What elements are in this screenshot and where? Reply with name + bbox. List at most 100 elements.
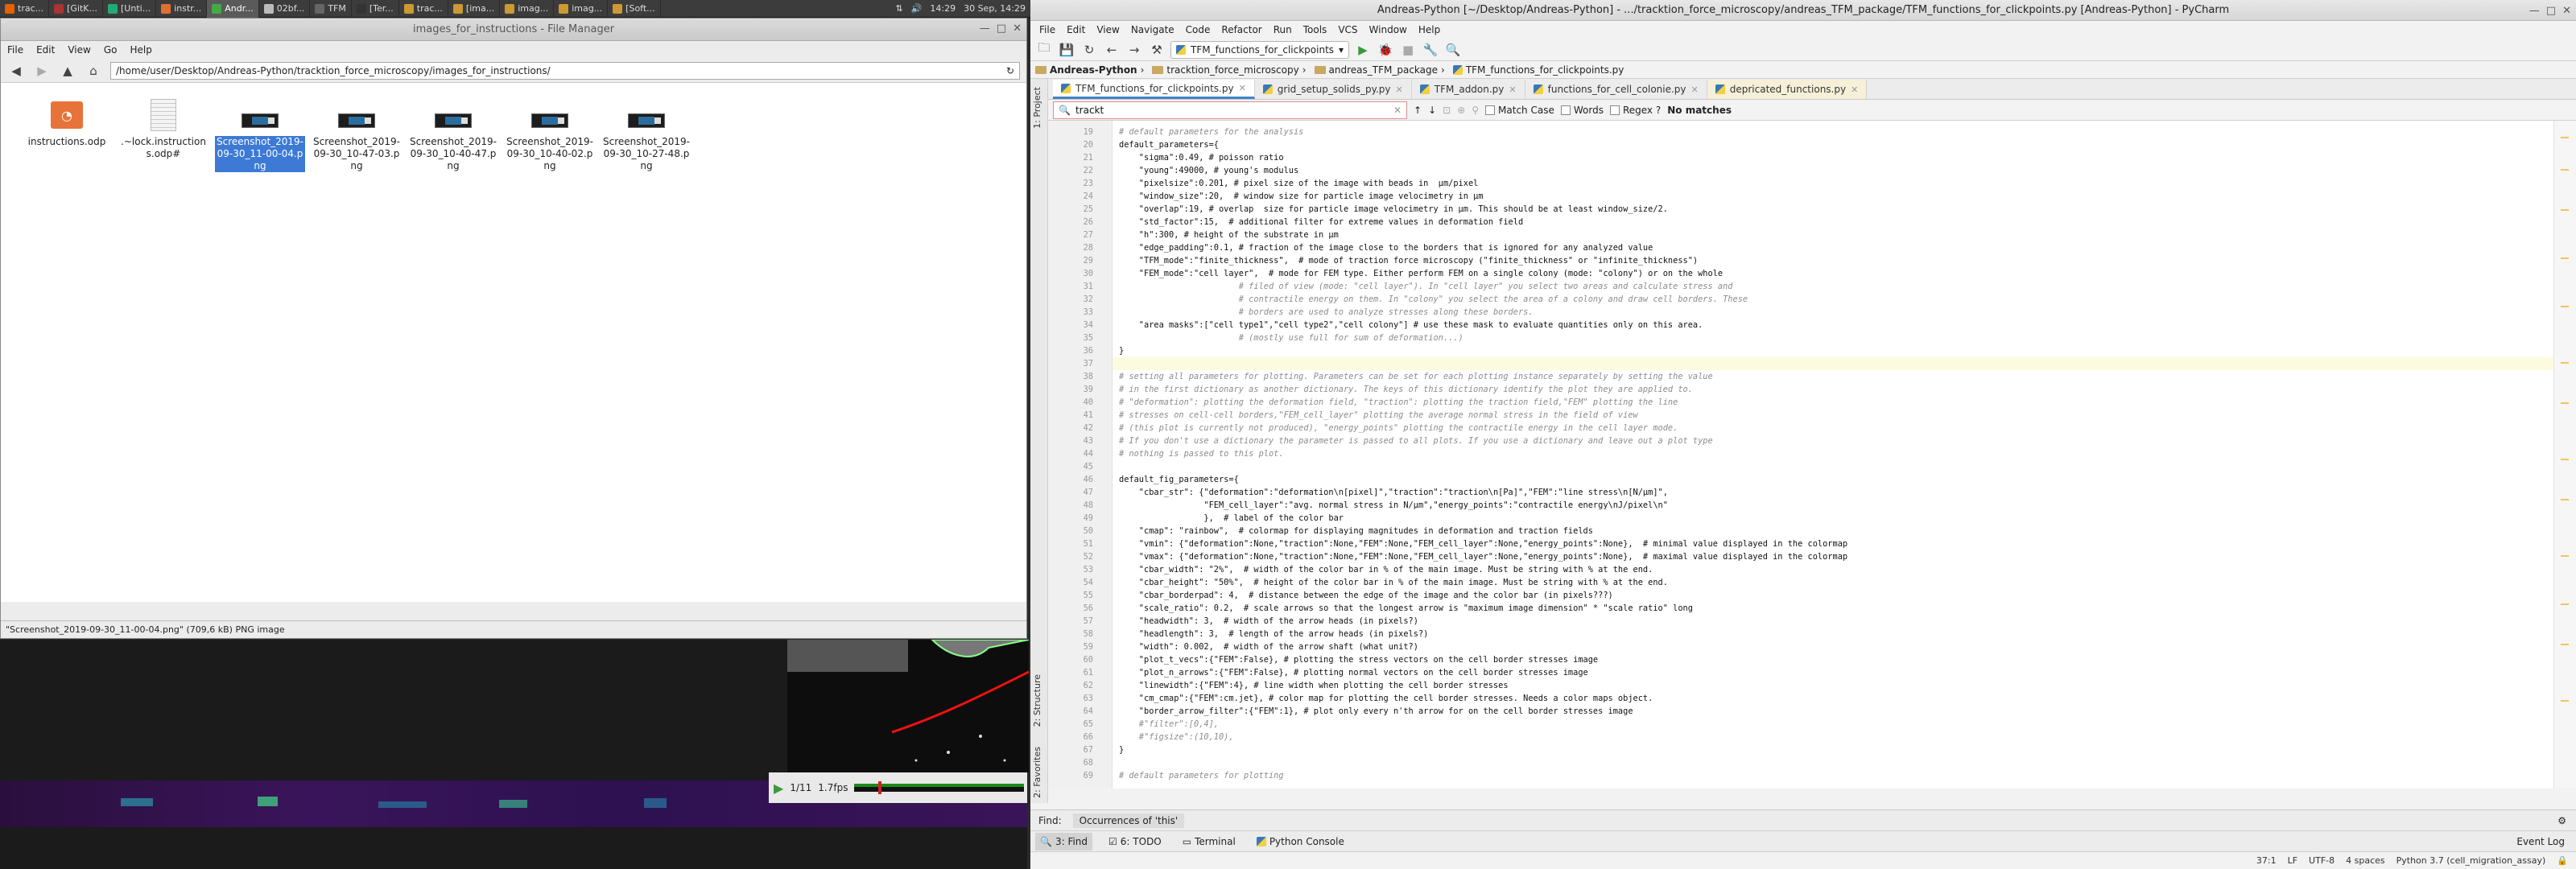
close-icon[interactable]: ✕ — [2562, 5, 2571, 17]
task-button[interactable]: instr... — [156, 0, 208, 18]
task-button[interactable]: [GitK... — [49, 0, 104, 18]
code-editor[interactable]: # default parameters for the analysis def… — [1113, 121, 2553, 789]
warning-marker[interactable] — [2561, 209, 2569, 211]
caret-position[interactable]: 37:1 — [2256, 855, 2277, 866]
clock[interactable]: 14:29 — [930, 3, 956, 14]
file-item[interactable]: Screenshot_2019-09-30_10-40-02.png — [505, 99, 595, 172]
minimize-icon[interactable]: — — [980, 23, 990, 35]
tab-depricated[interactable]: depricated_functions.py ✕ — [1707, 80, 1868, 99]
error-stripe[interactable] — [2553, 121, 2576, 789]
file-item[interactable]: Screenshot_2019-09-30_10-27-48.png — [601, 99, 691, 172]
task-button[interactable]: imag... — [554, 0, 609, 18]
breadcrumb-file[interactable]: TFM_functions_for_clickpoints.py — [1452, 64, 1629, 76]
timeline-slider[interactable] — [854, 781, 1024, 794]
volume-icon[interactable]: 🔊 — [911, 3, 923, 14]
task-button[interactable]: [Unti... — [103, 0, 157, 18]
line-separator[interactable]: LF — [2288, 855, 2297, 866]
file-item[interactable]: .~lock.instructions.odp# — [118, 99, 208, 160]
warning-marker[interactable] — [2561, 137, 2569, 138]
find-all-icon[interactable]: ⊡ — [1443, 105, 1451, 116]
tab-tfm-functions[interactable]: TFM_functions_for_clickpoints.py ✕ — [1053, 80, 1255, 99]
menu-help[interactable]: Help — [1413, 24, 1446, 35]
task-button[interactable]: 02bf... — [259, 0, 311, 18]
tool-window-terminal[interactable]: ▭ Terminal — [1178, 833, 1241, 850]
warning-marker[interactable] — [2561, 169, 2569, 171]
warning-marker[interactable] — [2561, 257, 2569, 259]
task-button[interactable]: Andr... — [207, 0, 259, 18]
regex-help[interactable]: ? — [1656, 105, 1661, 116]
tool-window-python-console[interactable]: Python Console — [1252, 833, 1349, 850]
menu-run[interactable]: Run — [1268, 24, 1298, 35]
debug-icon[interactable]: 🐞 — [1377, 41, 1394, 59]
forward-icon[interactable]: → — [1125, 41, 1143, 59]
match-case-checkbox[interactable]: Match Case — [1485, 105, 1554, 116]
warning-marker[interactable] — [2561, 459, 2569, 460]
play-icon[interactable]: ▶ — [774, 780, 783, 796]
warning-marker[interactable] — [2561, 603, 2569, 605]
task-button[interactable]: trac... — [399, 0, 448, 18]
network-icon[interactable]: ⇅ — [895, 3, 902, 14]
tool-tab-favorites[interactable]: 2: Favorites — [1032, 747, 1042, 798]
sync-icon[interactable]: ↻ — [1080, 41, 1098, 59]
window-titlebar[interactable]: Andreas-Python [~/Desktop/Andreas-Python… — [1030, 0, 2576, 21]
prev-occurrence-icon[interactable]: ↑ — [1414, 105, 1422, 116]
lock-icon[interactable]: 🔒 — [2557, 855, 2568, 866]
open-folder-icon[interactable]: 🗀 — [1035, 40, 1053, 59]
menu-help[interactable]: Help — [130, 44, 151, 56]
warning-marker[interactable] — [2561, 700, 2569, 702]
maximize-icon[interactable]: □ — [2546, 5, 2556, 17]
path-bar[interactable]: /home/user/Desktop/Andreas-Python/trackt… — [110, 61, 1020, 80]
task-button[interactable]: [ima... — [448, 0, 501, 18]
menu-edit[interactable]: Edit — [1061, 24, 1091, 35]
maximize-icon[interactable]: □ — [997, 23, 1006, 35]
warning-marker[interactable] — [2561, 362, 2569, 364]
date[interactable]: 30 Sep, 14:29 — [964, 3, 1026, 14]
gear-icon[interactable]: ⚙ — [2557, 815, 2576, 826]
menu-navigate[interactable]: Navigate — [1125, 24, 1180, 35]
breadcrumb-package[interactable]: andreas_TFM_package › — [1314, 64, 1450, 76]
next-occurrence-icon[interactable]: ↓ — [1428, 105, 1436, 116]
menu-window[interactable]: Window — [1364, 24, 1413, 35]
menu-file[interactable]: File — [7, 44, 23, 56]
search-icon[interactable]: 🔍 — [1444, 41, 1462, 59]
clear-icon[interactable]: ✕ — [1393, 105, 1406, 116]
close-tab-icon[interactable]: ✕ — [1851, 84, 1858, 95]
tool-tab-structure[interactable]: 2: Structure — [1032, 674, 1042, 727]
minimize-icon[interactable]: — — [2529, 5, 2540, 17]
filter-icon[interactable]: ⚲ — [1472, 105, 1479, 116]
file-item[interactable]: Screenshot_2019-09-30_10-47-03.png — [312, 99, 402, 172]
interpreter[interactable]: Python 3.7 (cell_migration_assay) — [2396, 855, 2546, 866]
warning-marker[interactable] — [2561, 555, 2569, 557]
tab-grid-setup[interactable]: grid_setup_solids_py.py ✕ — [1255, 80, 1412, 99]
warning-marker[interactable] — [2561, 402, 2569, 404]
close-tab-icon[interactable]: ✕ — [1509, 84, 1516, 95]
menu-view[interactable]: View — [1091, 24, 1125, 35]
indent-setting[interactable]: 4 spaces — [2346, 855, 2385, 866]
save-icon[interactable]: 💾 — [1058, 41, 1075, 59]
add-selection-icon[interactable]: ⊕ — [1457, 105, 1465, 116]
window-titlebar[interactable]: images_for_instructions - File Manager —… — [1, 19, 1026, 41]
breadcrumb-project[interactable]: Andreas-Python › — [1035, 64, 1149, 76]
tool-window-find[interactable]: 🔍 3: Find — [1035, 832, 1093, 850]
warning-marker[interactable] — [2561, 499, 2569, 500]
tool-tab-project[interactable]: 1: Project — [1032, 87, 1042, 129]
close-tab-icon[interactable]: ✕ — [1691, 84, 1699, 95]
tab-cell-colonie[interactable]: functions_for_cell_colonie.py ✕ — [1525, 80, 1707, 99]
task-button[interactable]: TFM — [310, 0, 352, 18]
settings-wrench-icon[interactable]: 🔧 — [1422, 41, 1439, 59]
menu-edit[interactable]: Edit — [36, 44, 55, 56]
back-arrow-icon[interactable]: ◀ — [7, 62, 25, 80]
event-log[interactable]: Event Log — [2512, 833, 2570, 850]
menu-code[interactable]: Code — [1180, 24, 1216, 35]
back-icon[interactable]: ← — [1103, 41, 1121, 59]
slider-handle[interactable] — [878, 781, 882, 794]
find-results-tab[interactable]: Occurrences of 'this' — [1072, 813, 1185, 828]
file-encoding[interactable]: UTF-8 — [2309, 855, 2334, 866]
home-icon[interactable]: ⌂ — [85, 62, 102, 80]
run-config-select[interactable]: TFM_functions_for_clickpoints ▾ — [1170, 40, 1350, 59]
menu-tools[interactable]: Tools — [1298, 24, 1333, 35]
tool-window-todo[interactable]: ☑ 6: TODO — [1104, 833, 1166, 850]
task-button[interactable]: [Ter... — [352, 0, 399, 18]
regex-checkbox[interactable]: Regex ? — [1609, 105, 1661, 116]
line-number-gutter[interactable]: 19 20 21 22 23 24 25 26 27 28 29 30 31 32 33 34 35 36 37 38… — [1048, 121, 1113, 789]
